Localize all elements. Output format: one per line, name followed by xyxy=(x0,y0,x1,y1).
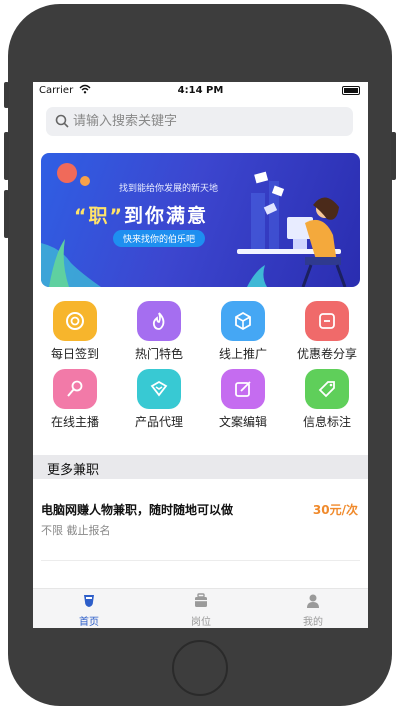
briefcase-icon xyxy=(195,593,207,607)
grid-icon-bg xyxy=(53,369,97,409)
tab-label: 岗位 xyxy=(191,617,211,628)
coupon-icon xyxy=(319,313,335,329)
grid-icon-bg xyxy=(305,301,349,341)
grid-item-label: 在线主播 xyxy=(50,415,99,429)
list-divider xyxy=(41,560,360,561)
home-icon xyxy=(84,595,94,607)
grid-icon-bg xyxy=(53,301,97,341)
search-input[interactable] xyxy=(73,107,343,136)
banner-title-highlight: “职” xyxy=(74,205,124,227)
coin-icon xyxy=(66,312,84,330)
section-title: 更多兼职 xyxy=(47,463,100,478)
status-bar: Carrier 4:14 PM xyxy=(33,82,368,100)
microphone-icon xyxy=(67,380,83,397)
banner-subtitle: 找到能给你发展的新天地 xyxy=(119,184,219,194)
grid-item-label: 文案编辑 xyxy=(218,415,267,429)
edit-icon xyxy=(235,381,251,397)
search-bar[interactable] xyxy=(46,107,353,136)
promo-banner[interactable]: 找到能给你发展的新天地 “职”到你满意 快来找你的伯乐吧 xyxy=(41,153,360,287)
job-price: 30元/次 xyxy=(312,503,358,517)
flame-icon xyxy=(152,312,165,330)
grid-item-label: 热门特色 xyxy=(134,347,183,361)
job-title: 电脑网赚人物兼职，随时随地可以做 xyxy=(41,503,234,517)
power-button xyxy=(391,132,396,180)
diamond-icon xyxy=(150,380,168,397)
home-button[interactable] xyxy=(172,640,228,696)
grid-item-copy-editing[interactable]: 文案编辑 xyxy=(201,367,285,431)
cube-icon xyxy=(235,311,251,331)
screen: Carrier 4:14 PM 请输入搜索关键字 找到能给你发展的新天地 “职”… xyxy=(33,82,368,628)
banner-pill: 快来找你的伯乐吧 xyxy=(113,230,206,247)
grid-item-info-tagging[interactable]: 信息标注 xyxy=(285,367,368,431)
tab-profile[interactable]: 我的 xyxy=(257,589,368,628)
grid-icon-bg xyxy=(221,301,265,341)
banner-title-rest: 到你满意 xyxy=(123,205,208,227)
job-list-item[interactable]: 电脑网赚人物兼职，随时随地可以做 30元/次 不限 截止报名 xyxy=(33,491,368,537)
section-header-more-jobs: 更多兼职 xyxy=(33,455,368,479)
user-icon xyxy=(307,594,319,608)
search-icon xyxy=(55,114,69,128)
grid-item-online-promotion[interactable]: 线上推广 xyxy=(201,299,285,363)
tab-bar: 首页 岗位 我的 xyxy=(33,588,368,628)
tab-home[interactable]: 首页 xyxy=(33,589,145,628)
grid-item-label: 信息标注 xyxy=(302,415,351,429)
grid-item-live-host[interactable]: 在线主播 xyxy=(33,367,117,431)
grid-item-label: 产品代理 xyxy=(134,415,183,429)
grid-item-hot-features[interactable]: 热门特色 xyxy=(117,299,201,363)
volume-up-button xyxy=(4,132,9,180)
grid-icon-bg xyxy=(137,369,181,409)
grid-item-label: 每日签到 xyxy=(50,347,99,361)
tab-label: 我的 xyxy=(303,617,323,628)
tag-icon xyxy=(318,381,335,398)
grid-item-label: 优惠卷分享 xyxy=(296,347,357,361)
banner-title: “职”到你满意 xyxy=(74,201,208,228)
grid-item-coupon-share[interactable]: 优惠卷分享 xyxy=(285,299,368,363)
tab-jobs[interactable]: 岗位 xyxy=(145,589,257,628)
grid-item-daily-checkin[interactable]: 每日签到 xyxy=(33,299,117,363)
volume-down-button xyxy=(4,190,9,238)
clock: 4:14 PM xyxy=(177,85,224,96)
grid-icon-bg xyxy=(137,301,181,341)
grid-icon-bg xyxy=(305,369,349,409)
grid-icon-bg xyxy=(221,369,265,409)
grid-item-product-agent[interactable]: 产品代理 xyxy=(117,367,201,431)
mute-switch xyxy=(4,82,9,108)
battery-icon xyxy=(342,86,360,95)
job-meta: 不限 截止报名 xyxy=(41,524,111,537)
grid-item-label: 线上推广 xyxy=(218,347,267,361)
tab-label: 首页 xyxy=(79,617,99,628)
